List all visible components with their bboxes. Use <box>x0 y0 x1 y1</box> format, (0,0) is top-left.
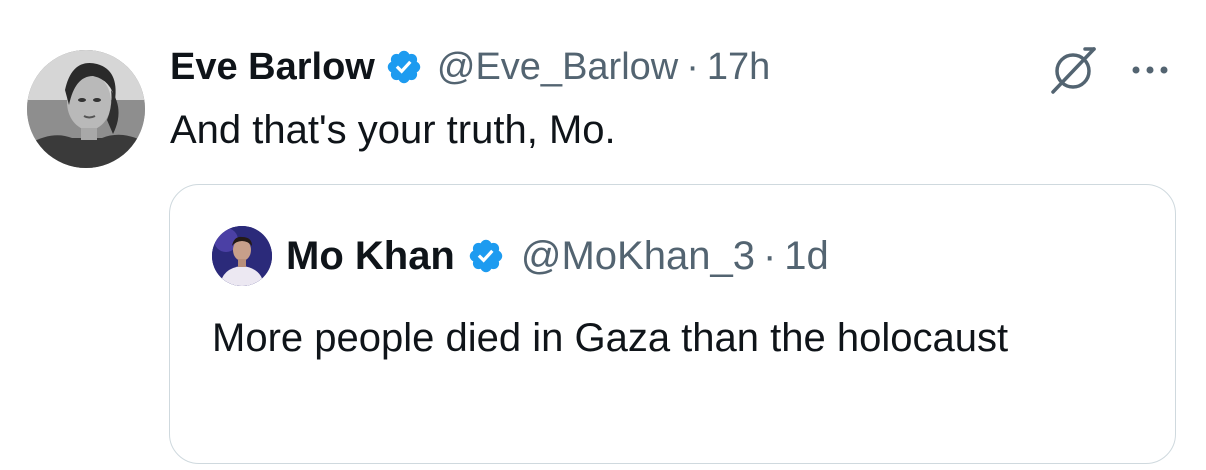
quoted-tweet-text: More people died in Gaza than the holoca… <box>212 316 1009 360</box>
tweet-header: Eve Barlow @Eve_Barlow · 17h <box>170 44 770 90</box>
author-avatar[interactable] <box>27 50 145 168</box>
quoted-author-avatar-image <box>212 226 272 286</box>
author-display-name[interactable]: Eve Barlow <box>170 46 375 89</box>
separator-dot: · <box>686 45 699 88</box>
separator-dot: · <box>762 233 777 278</box>
author-handle[interactable]: @Eve_Barlow <box>437 46 678 89</box>
quoted-tweet-header: Mo Khan @MoKhan_3 · 1d <box>286 231 829 281</box>
tweet-text: And that's your truth, Mo. <box>170 108 616 152</box>
quoted-tweet-card[interactable]: Mo Khan @MoKhan_3 · 1d More people died … <box>169 184 1176 464</box>
verified-badge-icon <box>385 48 423 86</box>
author-avatar-image <box>27 50 145 168</box>
tweet-timestamp[interactable]: 17h <box>707 46 770 89</box>
quoted-tweet-timestamp[interactable]: 1d <box>784 234 829 279</box>
quoted-author-handle[interactable]: @MoKhan_3 <box>521 234 755 279</box>
quoted-author-avatar[interactable] <box>212 226 272 286</box>
more-options-icon[interactable] <box>1126 58 1174 82</box>
verified-badge-icon <box>467 237 505 275</box>
grok-icon[interactable] <box>1044 44 1102 96</box>
quoted-author-display-name[interactable]: Mo Khan <box>286 234 455 279</box>
tweet[interactable]: Eve Barlow @Eve_Barlow · 17h And that's … <box>0 0 1206 470</box>
